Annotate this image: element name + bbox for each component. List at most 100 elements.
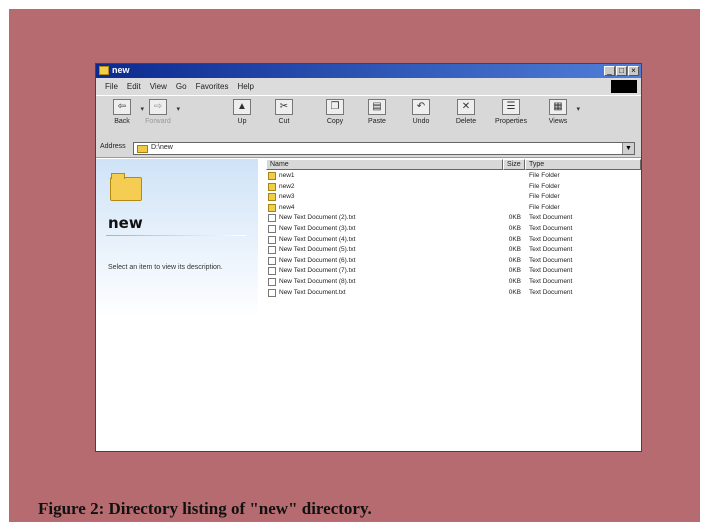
file-name: new2: [279, 182, 295, 190]
list-item[interactable]: new2 File Folder: [266, 182, 641, 193]
file-size: 0KB: [508, 256, 521, 264]
file-type: Text Document: [529, 256, 573, 264]
maximize-button[interactable]: □: [616, 66, 627, 76]
windows-logo-icon: [611, 80, 637, 93]
file-size: 0KB: [508, 277, 521, 285]
toolbar-button-label: Paste: [368, 118, 386, 125]
menu-edit[interactable]: Edit: [127, 82, 141, 91]
toolbar-delete-button[interactable]: ✕ Delete: [446, 99, 486, 125]
toolbar-cut-button[interactable]: ✂ Cut: [264, 99, 304, 125]
toolbar-back-button[interactable]: ⇦ Back ▾: [102, 99, 144, 125]
list-item[interactable]: New Text Document (3).txt 0KB Text Documen…: [266, 224, 641, 235]
list-item[interactable]: new4 File Folder: [266, 203, 641, 214]
list-item[interactable]: New Text Document (8).txt 0KB Text Documen…: [266, 277, 641, 288]
file-name: New Text Document (8).txt: [279, 277, 356, 285]
list-item[interactable]: New Text Document (4).txt 0KB Text Documen…: [266, 235, 641, 246]
list-item[interactable]: new3 File Folder: [266, 192, 641, 203]
menu-help[interactable]: Help: [237, 82, 253, 91]
file-type: Text Document: [529, 224, 573, 232]
figure-caption: Figure 2: Directory listing of "new" dir…: [38, 499, 372, 518]
chevron-down-icon[interactable]: ▾: [576, 105, 580, 113]
text-document-icon: [268, 267, 276, 276]
menu-bar: File Edit View Go Favorites Help: [96, 78, 641, 95]
list-item[interactable]: New Text Document (2).txt 0KB Text Documen…: [266, 213, 641, 224]
copy-icon: ❐: [326, 99, 344, 115]
file-list: Name Size Type new1 File Folder new2 File F…: [266, 159, 641, 451]
menu-go[interactable]: Go: [176, 82, 187, 91]
file-type: Text Document: [529, 288, 573, 296]
chevron-down-icon[interactable]: ▼: [622, 143, 634, 154]
window-controls: _ □ ×: [604, 66, 639, 76]
toolbar-views-button[interactable]: ▦ Views ▾: [538, 99, 580, 125]
menu-file[interactable]: File: [105, 82, 118, 91]
column-header-type[interactable]: Type: [525, 159, 641, 170]
file-size: 0KB: [508, 246, 521, 254]
column-header-name[interactable]: Name: [266, 159, 503, 170]
file-name: new3: [279, 193, 295, 201]
folder-name: new: [108, 214, 143, 232]
toolbar-copy-button[interactable]: ❐ Copy: [315, 99, 355, 125]
chevron-down-icon[interactable]: ▾: [176, 105, 180, 113]
toolbar-button-label: Delete: [455, 118, 477, 125]
file-size: 0KB: [508, 235, 521, 243]
folder-icon: [110, 173, 142, 201]
file-type: Text Document: [529, 246, 573, 254]
address-input[interactable]: D:\new ▼: [133, 142, 635, 155]
back-arrow-icon: ⇦: [113, 99, 131, 115]
file-type: File Folder: [529, 182, 560, 190]
toolbar-paste-button[interactable]: ▤ Paste: [357, 99, 397, 125]
file-type: Text Document: [529, 277, 573, 285]
text-document-icon: [268, 277, 276, 286]
scissors-icon: ✂: [275, 99, 293, 115]
title-bar[interactable]: new _ □ ×: [96, 64, 641, 78]
list-item[interactable]: New Text Document (7).txt 0KB Text Documen…: [266, 266, 641, 277]
toolbar-button-label: Back: [114, 118, 130, 125]
folder-icon: [137, 145, 148, 153]
close-button[interactable]: ×: [628, 66, 639, 76]
toolbar: ⇦ Back ▾ ⇨ Forward ▾ ▲ Up ✂ Cut ❐ Copy ▤ Paste ↶ Undo ✕ D…: [96, 95, 641, 141]
toolbar-button-label: Undo: [412, 118, 430, 125]
divider: [106, 235, 246, 236]
text-document-icon: [268, 224, 276, 233]
toolbar-button-label: Properties: [495, 118, 527, 125]
toolbar-undo-button[interactable]: ↶ Undo: [401, 99, 441, 125]
toolbar-button-label: Copy: [326, 118, 344, 125]
file-rows: new1 File Folder new2 File Folder new3 File F…: [266, 171, 641, 298]
undo-icon: ↶: [412, 99, 430, 115]
toolbar-up-button[interactable]: ▲ Up: [222, 99, 262, 125]
web-view-pane: new Select an item to view its descripti…: [96, 159, 258, 451]
figure-frame: new _ □ × File Edit View Go Favorites He…: [9, 9, 700, 522]
toolbar-button-label: Cut: [278, 118, 290, 125]
views-icon: ▦: [549, 99, 567, 115]
text-document-icon: [268, 256, 276, 265]
menu-favorites[interactable]: Favorites: [196, 82, 229, 91]
file-type: Text Document: [529, 214, 573, 222]
column-header-size[interactable]: Size: [503, 159, 525, 170]
list-item[interactable]: New Text Document (6).txt 0KB Text Documen…: [266, 256, 641, 267]
text-document-icon: [268, 246, 276, 255]
list-item[interactable]: New Text Document (5).txt 0KB Text Documen…: [266, 245, 641, 256]
text-document-icon: [268, 288, 276, 297]
file-size: 0KB: [508, 267, 521, 275]
window-title: new: [112, 65, 130, 75]
list-item[interactable]: new1 File Folder: [266, 171, 641, 182]
paste-icon: ▤: [368, 99, 386, 115]
minimize-button[interactable]: _: [604, 66, 615, 76]
file-type: File Folder: [529, 203, 560, 211]
toolbar-properties-button[interactable]: ☰ Properties: [491, 99, 531, 125]
toolbar-button-label: Forward: [145, 118, 171, 125]
file-name: New Text Document (3).txt: [279, 224, 356, 232]
forward-arrow-icon: ⇨: [149, 99, 167, 115]
explorer-window: new _ □ × File Edit View Go Favorites He…: [95, 63, 642, 452]
address-label: Address: [100, 143, 126, 150]
menu-view[interactable]: View: [150, 82, 167, 91]
toolbar-forward-button[interactable]: ⇨ Forward ▾: [138, 99, 180, 125]
properties-icon: ☰: [502, 99, 520, 115]
file-name: New Text Document (4).txt: [279, 235, 356, 243]
file-type: File Folder: [529, 193, 560, 201]
file-type: Text Document: [529, 267, 573, 275]
file-size: 0KB: [508, 224, 521, 232]
list-item[interactable]: New Text Document.txt 0KB Text Document: [266, 288, 641, 299]
folder-icon: [268, 203, 276, 212]
file-name: New Text Document (7).txt: [279, 267, 356, 275]
